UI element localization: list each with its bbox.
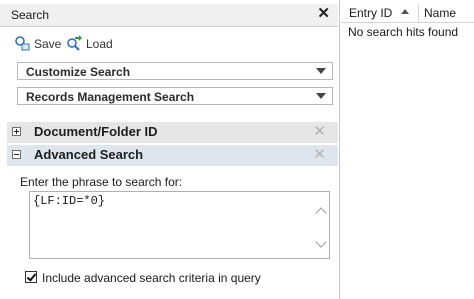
section-advanced-search[interactable]: Advanced Search ✕: [7, 145, 338, 166]
column-header-entry-id[interactable]: Entry ID: [341, 4, 419, 22]
name-label: Name: [424, 6, 457, 20]
load-label: Load: [86, 37, 113, 51]
remove-section-icon[interactable]: ✕: [313, 146, 326, 164]
load-button[interactable]: Load: [66, 34, 118, 54]
scroll-up-icon[interactable]: [315, 207, 327, 219]
search-pane-header: Search ✕: [0, 4, 338, 27]
section-document-folder-id[interactable]: Document/Folder ID ✕: [7, 122, 338, 143]
phrase-label: Enter the phrase to search for:: [20, 175, 183, 189]
include-criteria-label: Include advanced search criteria in quer…: [42, 271, 261, 285]
chevron-down-icon: [316, 68, 326, 74]
records-management-label: Records Management Search: [26, 90, 195, 104]
collapse-icon[interactable]: [12, 150, 21, 159]
include-criteria-checkbox[interactable]: [25, 271, 37, 283]
save-icon: [14, 35, 30, 54]
save-button[interactable]: Save: [14, 35, 64, 53]
close-icon[interactable]: ✕: [317, 5, 330, 23]
customize-search-label: Customize Search: [26, 65, 131, 79]
chevron-down-icon: [316, 93, 326, 99]
column-header-name[interactable]: Name: [419, 4, 474, 22]
scroll-down-icon[interactable]: [315, 236, 327, 248]
phrase-input[interactable]: {LF:ID=*0}: [29, 191, 330, 259]
remove-section-icon[interactable]: ✕: [313, 123, 326, 141]
phrase-value: {LF:ID=*0}: [33, 194, 106, 208]
load-icon: [66, 34, 82, 54]
expand-icon[interactable]: [12, 127, 21, 136]
save-label: Save: [34, 37, 62, 51]
sort-ascending-icon: [401, 9, 409, 14]
search-pane-title: Search: [11, 8, 50, 22]
results-header: Entry ID Name: [341, 4, 474, 23]
records-management-dropdown[interactable]: Records Management Search: [17, 87, 333, 105]
section-title: Document/Folder ID: [34, 124, 158, 139]
search-pane: Search ✕ Save Load Customize Search Reco…: [0, 0, 340, 299]
entry-id-label: Entry ID: [349, 6, 393, 20]
empty-results-message: No search hits found: [348, 25, 459, 39]
results-pane: Entry ID Name No search hits found: [341, 0, 474, 299]
section-title: Advanced Search: [34, 147, 144, 162]
customize-search-dropdown[interactable]: Customize Search: [17, 62, 333, 80]
